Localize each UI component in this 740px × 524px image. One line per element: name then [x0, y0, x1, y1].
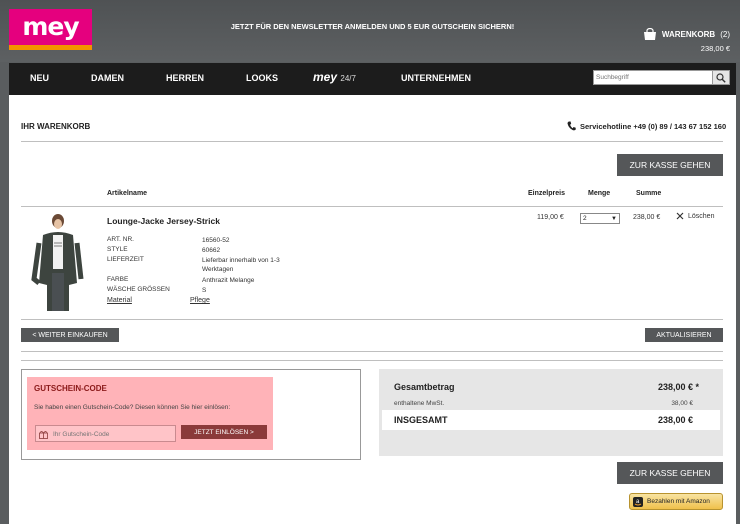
cart-sum: 238,00 €: [700, 44, 730, 53]
attr-value: 16560-52: [202, 237, 230, 244]
close-icon: [676, 212, 684, 220]
search-box: [593, 70, 730, 85]
nav-item-damen[interactable]: DAMEN: [91, 73, 124, 83]
voucher-input[interactable]: [53, 429, 173, 439]
column-header-unit-price: Einzelpreis: [528, 190, 565, 197]
service-hotline: Servicehotline +49 (0) 89 / 143 67 152 1…: [567, 121, 726, 131]
divider: [21, 141, 723, 142]
attr-label: FARBE: [107, 276, 129, 283]
dropdown-arrow-icon: ▼: [611, 216, 617, 222]
search-input[interactable]: [596, 72, 709, 83]
unit-price: 119,00 €: [537, 214, 564, 221]
top-header: mey JETZT FÜR DEN NEWSLETTER ANMELDEN UN…: [0, 0, 740, 62]
attr-label: ART. NR.: [107, 236, 134, 243]
divider: [21, 351, 723, 352]
divider: [21, 206, 723, 207]
amazon-pay-label: Bezahlen mit Amazon: [647, 498, 710, 505]
voucher-panel: GUTSCHEIN-CODE Sie haben einen Gutschein…: [27, 377, 273, 450]
delete-button[interactable]: Löschen: [676, 212, 714, 220]
voucher-title: GUTSCHEIN-CODE: [34, 384, 107, 393]
attr-label: LIEFERZEIT: [107, 256, 144, 263]
product-image[interactable]: [25, 213, 89, 311]
subtotal-label: Gesamtbetrag: [394, 382, 455, 392]
attr-value: Anthrazit Melange: [202, 277, 255, 284]
logo-text: mey: [22, 12, 79, 41]
hotline-text: Servicehotline +49 (0) 89 / 143 67 152 1…: [580, 121, 727, 131]
gift-icon: [39, 430, 48, 439]
care-link[interactable]: Pflege: [190, 297, 210, 304]
cart-count: (2): [720, 29, 730, 39]
totals-panel: Gesamtbetrag 238,00 € * enthaltene MwSt.…: [379, 369, 723, 456]
phone-icon: [567, 121, 576, 131]
grand-total-label: INSGESAMT: [394, 415, 448, 425]
line-total: 238,00 €: [633, 214, 661, 221]
nav-brand-sub: 24/7: [340, 74, 356, 83]
material-link[interactable]: Material: [107, 297, 132, 304]
column-header-total: Summe: [636, 190, 662, 197]
quantity-select[interactable]: 2 ▼: [580, 213, 620, 224]
grand-total-row: INSGESAMT 238,00 €: [382, 410, 720, 430]
divider: [21, 319, 723, 320]
voucher-field[interactable]: [35, 425, 176, 442]
vat-label: enthaltene MwSt.: [394, 400, 445, 407]
product-photo: [25, 213, 89, 311]
quantity-value: 2: [583, 215, 587, 222]
attr-value: Lieferbar innerhalb von 1-3 Werktagen: [202, 257, 280, 273]
checkout-button-top[interactable]: ZUR KASSE GEHEN: [617, 154, 723, 176]
main-navigation: NEU DAMEN HERREN LOOKS mey 24/7 UNTERNEH…: [9, 63, 736, 95]
attr-label: STYLE: [107, 246, 128, 253]
page-title: IHR WARENKORB: [21, 122, 91, 131]
subtotal-value: 238,00 € *: [657, 382, 699, 392]
search-button[interactable]: [712, 71, 729, 84]
nav-item-neu[interactable]: NEU: [30, 73, 49, 83]
continue-shopping-button[interactable]: < WEITER EINKAUFEN: [21, 328, 119, 342]
update-cart-button[interactable]: AKTUALISIEREN: [645, 328, 723, 342]
checkout-button-bottom[interactable]: ZUR KASSE GEHEN: [617, 462, 723, 484]
amazon-logo-icon: a: [633, 496, 643, 507]
nav-item-herren[interactable]: HERREN: [166, 73, 204, 83]
cart-page: IHR WARENKORB Servicehotline +49 (0) 89 …: [9, 95, 736, 524]
vat-value: 38,00 €: [671, 400, 693, 407]
product-name[interactable]: Lounge-Jacke Jersey-Strick: [107, 216, 220, 226]
column-header-article: Artikelname: [107, 190, 148, 197]
column-header-quantity: Menge: [588, 190, 611, 197]
nav-item-mey-247[interactable]: mey 24/7: [313, 70, 356, 84]
header-cart[interactable]: WARENKORB (2) 238,00 €: [643, 28, 730, 53]
mey-logo[interactable]: mey: [9, 9, 92, 50]
attr-value: S: [202, 287, 207, 294]
nav-brand-main: mey: [313, 70, 338, 84]
attr-label: WÄSCHE GRÖSSEN: [107, 286, 170, 293]
search-icon: [716, 72, 726, 83]
divider: [21, 360, 723, 361]
newsletter-banner[interactable]: JETZT FÜR DEN NEWSLETTER ANMELDEN UND 5 …: [230, 21, 515, 33]
voucher-description: Sie haben einen Gutschein-Code? Diesen k…: [34, 404, 231, 411]
delete-label: Löschen: [688, 212, 715, 220]
attr-value: 60662: [202, 247, 221, 254]
redeem-voucher-button[interactable]: JETZT EINLÖSEN >: [181, 425, 267, 439]
nav-item-looks[interactable]: LOOKS: [246, 73, 278, 83]
shopping-bag-icon: [643, 28, 656, 40]
cart-label: WARENKORB: [661, 29, 716, 39]
nav-item-unternehmen[interactable]: UNTERNEHMEN: [401, 73, 471, 83]
amazon-pay-button[interactable]: a Bezahlen mit Amazon: [629, 493, 723, 510]
svg-text:a: a: [636, 499, 640, 505]
grand-total-value: 238,00 €: [657, 415, 693, 425]
